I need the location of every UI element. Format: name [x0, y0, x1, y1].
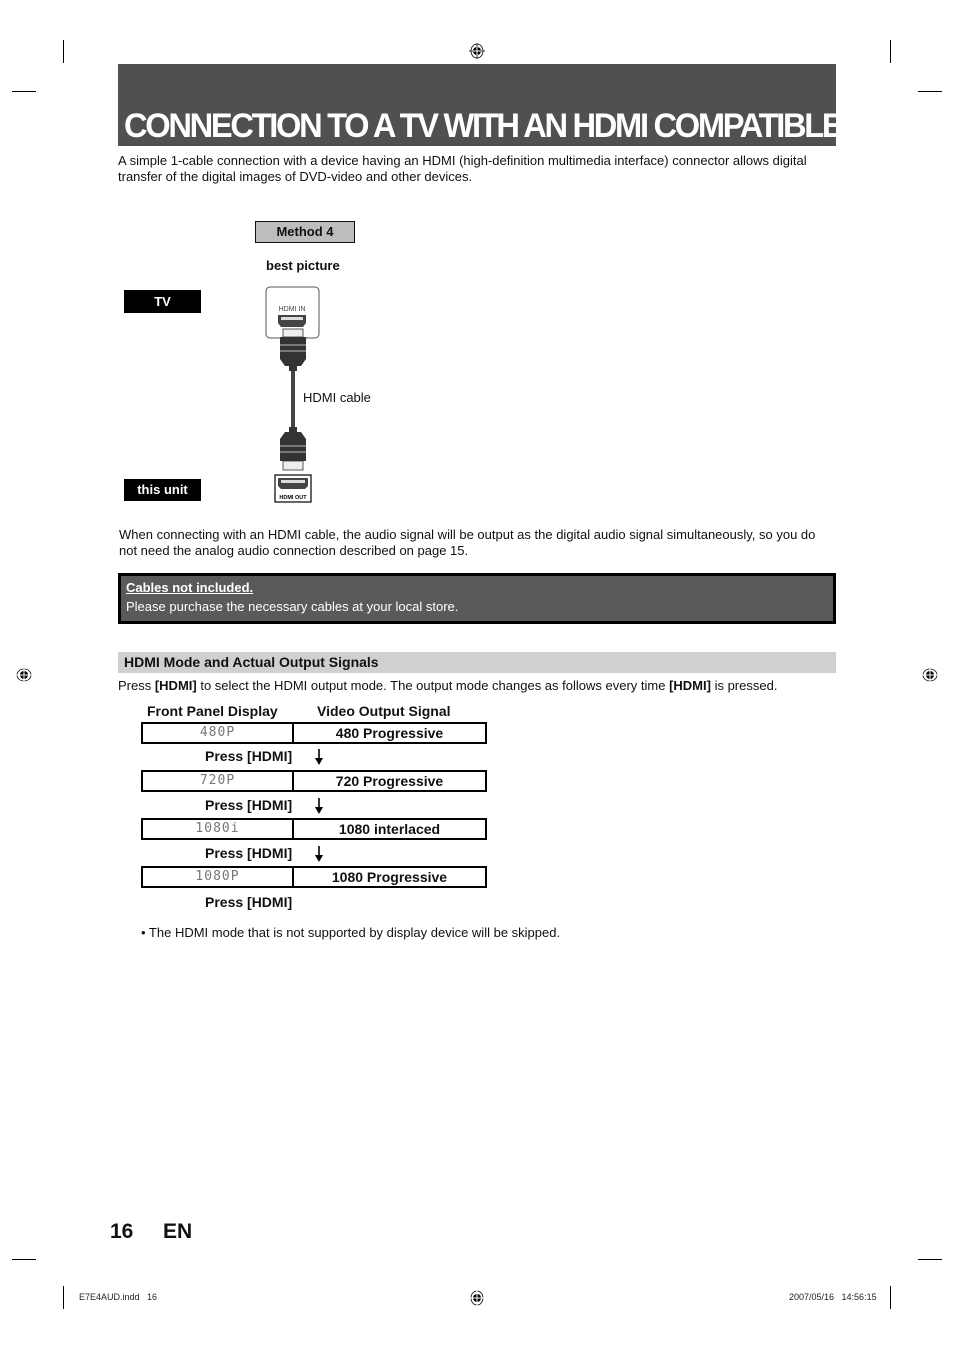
mode-row: 480P 480 Progressive — [141, 722, 487, 744]
cables-notice: Cables not included. Please purchase the… — [118, 573, 836, 624]
audio-note: When connecting with an HDMI cable, the … — [119, 527, 816, 558]
unit-hdmi-port-icon — [278, 478, 308, 489]
crop-mark — [12, 91, 36, 92]
tv-hdmi-port-icon — [278, 315, 306, 327]
video-output-signal: 480 Progressive — [335, 725, 444, 741]
crop-mark — [63, 1286, 64, 1309]
cable-label: HDMI cable — [303, 390, 371, 405]
page-title-banner: CONNECTION TO A TV WITH AN HDMI COMPATIB… — [118, 64, 932, 146]
tv-label: TV — [124, 290, 201, 313]
front-panel-display: 1080i — [143, 820, 294, 838]
press-hdmi-label: Press [HDMI] — [205, 894, 293, 910]
skip-note: • The HDMI mode that is not supported by… — [141, 925, 561, 940]
registration-mark-icon — [469, 43, 485, 59]
column-header-video-output: Video Output Signal — [317, 703, 451, 719]
registration-mark-icon — [469, 1290, 485, 1306]
mode-row: 1080P 1080 Progressive — [141, 866, 487, 888]
crop-mark — [890, 1286, 891, 1309]
crop-mark — [918, 1259, 942, 1260]
registration-mark-icon — [16, 667, 32, 683]
mode-row: 720P 720 Progressive — [141, 770, 487, 792]
down-arrow-icon — [315, 749, 323, 765]
crop-mark — [63, 40, 64, 63]
hdmi-cable-line — [291, 371, 295, 428]
front-panel-display: 720P — [143, 772, 294, 790]
down-arrow-icon — [315, 798, 323, 814]
video-output-signal: 1080 interlaced — [338, 821, 441, 837]
front-panel-display: 1080P — [143, 868, 294, 886]
column-header-front-panel: Front Panel Display — [147, 703, 278, 719]
notice-body: Please purchase the necessary cables at … — [126, 599, 459, 614]
crop-mark — [890, 40, 891, 63]
tv-port-label: HDMI IN — [279, 306, 306, 313]
press-hdmi-label: Press [HDMI] — [205, 797, 293, 813]
page-number: 16 — [110, 1220, 134, 1243]
intro-paragraph: A simple 1-cable connection with a devic… — [118, 153, 807, 184]
hdmi-key: [HDMI] — [154, 678, 197, 693]
press-hdmi-label: Press [HDMI] — [205, 748, 293, 764]
page-title: CONNECTION TO A TV WITH AN HDMI COMPATIB… — [124, 107, 932, 145]
method-label: Method 4 — [255, 221, 355, 243]
video-output-signal: 720 Progressive — [335, 773, 444, 789]
unit-label: this unit — [124, 479, 201, 501]
instruction-prefix: Press — [118, 678, 155, 693]
front-panel-display: 480P — [143, 724, 294, 742]
instruction-middle: to select the HDMI output mode. The outp… — [196, 678, 670, 693]
quality-label: best picture — [266, 258, 340, 273]
video-output-signal: 1080 Progressive — [331, 869, 448, 885]
instruction-suffix: is pressed. — [710, 678, 778, 693]
crop-mark — [12, 1259, 36, 1260]
notice-title: Cables not included. — [126, 580, 254, 595]
mode-row: 1080i 1080 interlaced — [141, 818, 487, 840]
slug-file: E7E4AUD.indd 16 — [79, 1292, 158, 1302]
hdmi-key: [HDMI] — [669, 678, 711, 693]
down-arrow-icon — [315, 846, 323, 862]
section-heading: HDMI Mode and Actual Output Signals — [118, 652, 836, 673]
slug-timestamp: 2007/05/16 14:56:15 — [789, 1292, 877, 1302]
press-hdmi-label: Press [HDMI] — [205, 845, 293, 861]
crop-mark — [918, 91, 942, 92]
registration-mark-icon — [922, 667, 938, 683]
language-code: EN — [163, 1220, 193, 1243]
unit-port-label: HDMI OUT — [279, 495, 307, 501]
instruction-line: Press [HDMI] to select the HDMI output m… — [118, 678, 838, 694]
